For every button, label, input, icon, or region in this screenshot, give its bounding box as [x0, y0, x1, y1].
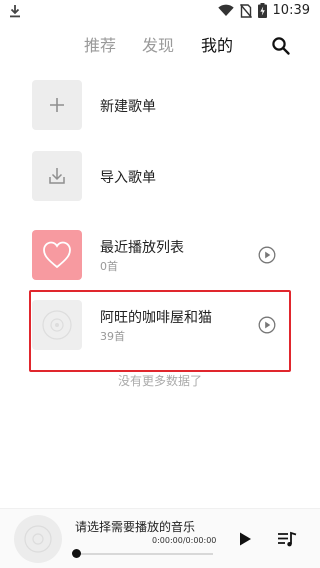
new-playlist-item[interactable]: 新建歌单	[32, 80, 288, 130]
import-playlist-label: 导入歌单	[100, 170, 156, 186]
recent-playlist-title: 最近播放列表	[100, 240, 184, 256]
search-icon[interactable]	[271, 36, 291, 56]
selection-highlight-box	[29, 290, 291, 372]
tab-recommend[interactable]: 推荐	[84, 32, 116, 56]
recent-playlist-count: 0首	[100, 260, 118, 273]
playlist-queue-icon[interactable]	[277, 530, 297, 548]
tab-mine[interactable]: 我的	[201, 32, 233, 56]
heart-icon	[43, 241, 71, 269]
player-track-title: 请选择需要播放的音乐	[75, 520, 196, 534]
play-icon[interactable]	[236, 530, 254, 548]
seek-knob[interactable]	[72, 549, 81, 558]
recent-play-button-icon[interactable]	[258, 246, 276, 264]
no-sim-icon	[239, 3, 252, 18]
tab-discover[interactable]: 发现	[142, 32, 174, 56]
import-playlist-item[interactable]: 导入歌单	[32, 151, 288, 201]
battery-charging-icon	[257, 3, 267, 18]
status-time: 10:39	[272, 3, 310, 18]
recent-playlist-item[interactable]: 最近播放列表 0首	[32, 230, 288, 280]
status-bar: 10:39	[0, 0, 320, 24]
wifi-icon	[217, 4, 234, 16]
player-cover[interactable]	[14, 515, 62, 563]
disc-icon	[24, 525, 52, 553]
no-more-data-text: 没有更多数据了	[117, 374, 202, 388]
new-playlist-thumb	[32, 80, 82, 130]
recent-playlist-thumb	[32, 230, 82, 280]
plus-icon	[50, 98, 64, 112]
mini-player: 请选择需要播放的音乐 0:00:00/0:00:00	[0, 508, 320, 568]
import-playlist-thumb	[32, 151, 82, 201]
status-icons: 10:39	[217, 3, 310, 18]
player-time: 0:00:00/0:00:00	[152, 536, 217, 545]
download-icon	[10, 5, 20, 18]
import-icon	[49, 168, 65, 184]
seek-bar[interactable]	[72, 549, 213, 558]
new-playlist-label: 新建歌单	[100, 99, 156, 115]
